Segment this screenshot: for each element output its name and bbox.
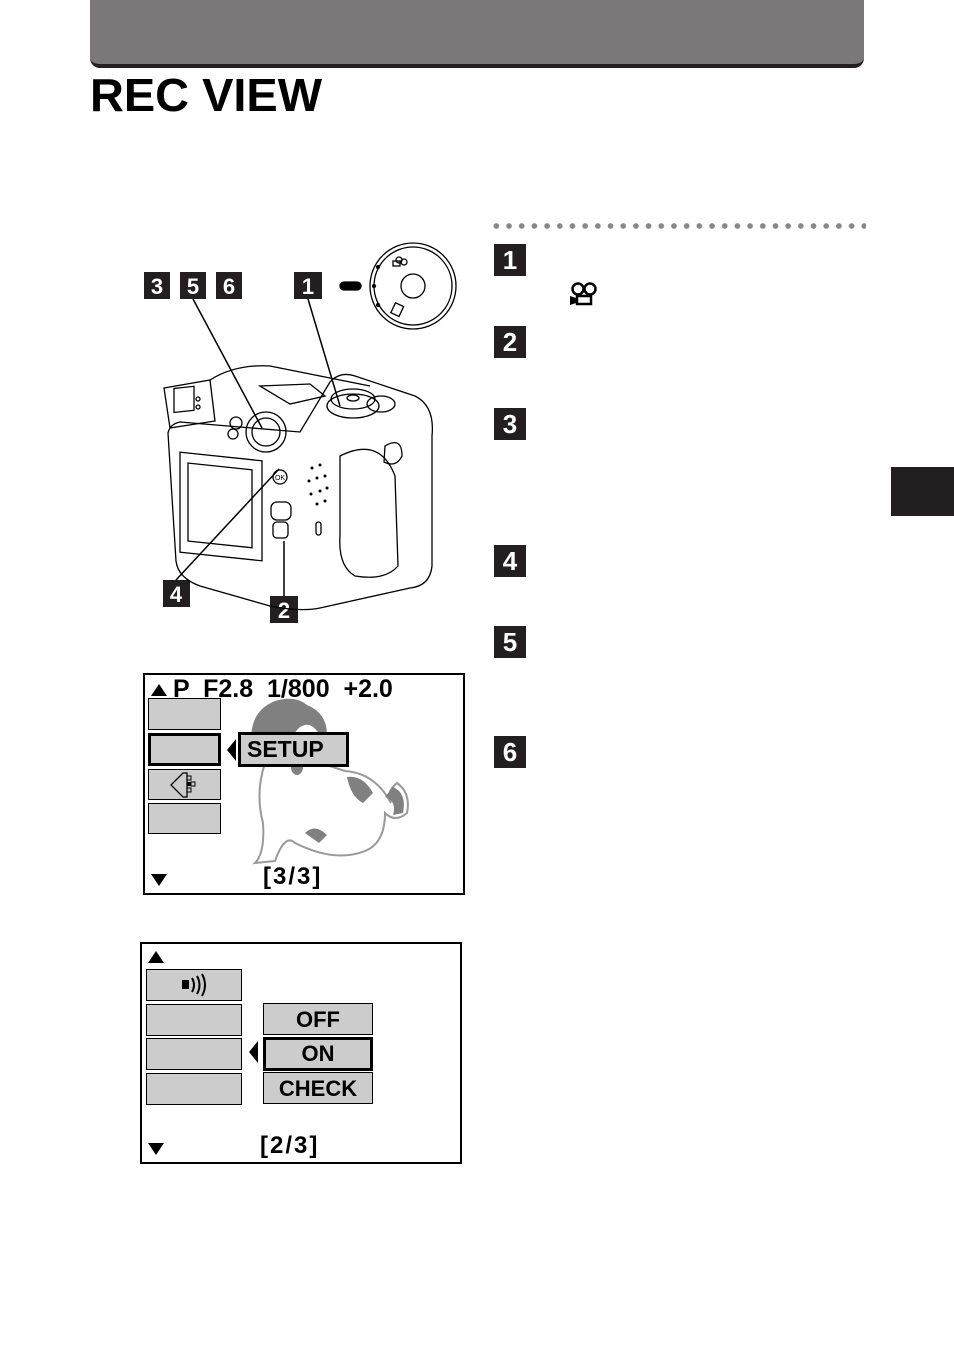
menu-slot-2-selected[interactable] bbox=[148, 733, 221, 766]
menu-slot-3-card-setup[interactable] bbox=[148, 769, 221, 800]
option-on-selected[interactable]: ON bbox=[263, 1037, 373, 1071]
menu-slot-2[interactable] bbox=[146, 1004, 242, 1036]
svg-text:5: 5 bbox=[187, 274, 199, 299]
selection-pointer-icon bbox=[249, 1041, 258, 1063]
dog-illustration bbox=[251, 698, 409, 865]
option-check[interactable]: CHECK bbox=[263, 1072, 373, 1104]
menu-slot-sound[interactable] bbox=[146, 969, 242, 1001]
callout-badge-5: 5 bbox=[180, 272, 206, 299]
page-title: REC VIEW bbox=[90, 69, 323, 121]
scroll-up-arrow-icon[interactable] bbox=[151, 684, 167, 696]
option-off[interactable]: OFF bbox=[263, 1003, 373, 1035]
scroll-down-arrow-icon[interactable] bbox=[151, 874, 167, 886]
callout-badge-1: 1 bbox=[294, 272, 322, 299]
mode-dial-detail bbox=[339, 242, 457, 330]
callout-badge-6: 6 bbox=[216, 272, 242, 299]
svg-text:6: 6 bbox=[223, 274, 235, 299]
selection-pointer-icon bbox=[227, 739, 236, 761]
svg-text:4: 4 bbox=[170, 582, 183, 607]
camera-illustration: 3 5 6 1 4 2 OK bbox=[140, 236, 470, 641]
camera-body: OK bbox=[163, 365, 434, 611]
step-badge-2: 2 bbox=[494, 326, 526, 358]
dotted-separator bbox=[490, 222, 866, 230]
svg-text:2: 2 bbox=[278, 598, 290, 623]
svg-text:OK: OK bbox=[275, 475, 285, 482]
setup-label[interactable]: SETUP bbox=[238, 732, 349, 767]
header-bar bbox=[90, 0, 864, 68]
menu-slot-1[interactable] bbox=[148, 698, 221, 730]
svg-text:1: 1 bbox=[302, 274, 314, 299]
step-badge-5: 5 bbox=[494, 626, 526, 658]
menu-slot-4[interactable] bbox=[148, 803, 221, 834]
dial-movie-icon bbox=[392, 256, 408, 267]
movie-camera-icon bbox=[569, 282, 599, 311]
callout-badge-4: 4 bbox=[163, 580, 190, 607]
callout-badge-3: 3 bbox=[144, 272, 170, 299]
scroll-up-arrow-icon[interactable] bbox=[148, 951, 164, 963]
step-badge-1: 1 bbox=[494, 244, 526, 276]
step-badge-4: 4 bbox=[494, 545, 526, 577]
step-badge-3: 3 bbox=[494, 408, 526, 440]
lcd-screen-sound-menu: OFF ON CHECK [2/3] bbox=[140, 942, 462, 1164]
card-setup-icon bbox=[170, 772, 196, 798]
page-indicator: [2/3] bbox=[260, 1132, 320, 1159]
step-badge-6: 6 bbox=[494, 736, 526, 768]
chapter-side-tab bbox=[891, 467, 954, 516]
menu-slot-3[interactable] bbox=[146, 1038, 242, 1070]
svg-text:3: 3 bbox=[151, 274, 163, 299]
page-indicator: [3/3] bbox=[263, 863, 323, 890]
dial-auto-icon bbox=[389, 301, 405, 318]
menu-slot-4[interactable] bbox=[146, 1073, 242, 1105]
sound-icon bbox=[182, 973, 206, 997]
lcd-screen-setup-menu: P F2.8 1/800 +2.0 SETUP [3/3] bbox=[143, 673, 465, 895]
scroll-down-arrow-icon[interactable] bbox=[148, 1143, 164, 1155]
